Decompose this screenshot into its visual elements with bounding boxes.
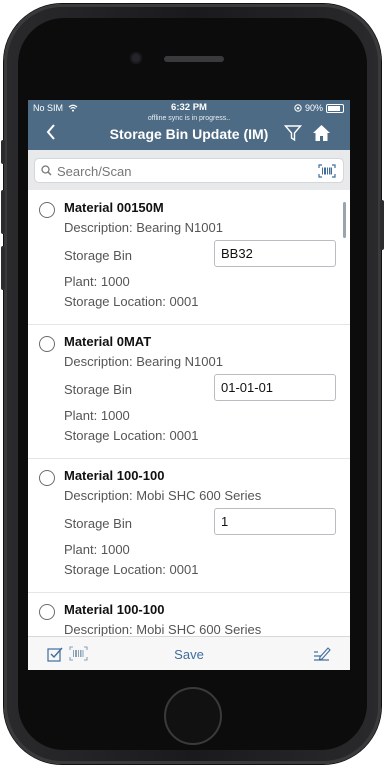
status-right: 90% — [294, 103, 344, 113]
battery-icon — [326, 103, 344, 113]
power-button — [380, 200, 384, 250]
select-radio[interactable] — [39, 604, 55, 620]
storage-bin-label: Storage Bin — [64, 382, 132, 397]
material-description: Description: Bearing N1001 — [64, 354, 223, 369]
list-item: Material 0MAT Description: Bearing N1001… — [28, 324, 350, 459]
filter-icon — [283, 125, 303, 142]
filter-button[interactable] — [283, 124, 303, 147]
storage-bin-input[interactable] — [214, 374, 336, 401]
material-description: Description: Mobi SHC 600 Series — [64, 488, 262, 503]
edit-button[interactable] — [312, 645, 331, 667]
list-item: Material 100-100 Description: Mobi SHC 6… — [28, 458, 350, 593]
material-title: Material 0MAT — [64, 334, 152, 349]
material-list: Material 00150M Description: Bearing N10… — [28, 190, 350, 636]
list-item: Material 00150M Description: Bearing N10… — [28, 190, 350, 325]
bottom-toolbar: Save — [28, 636, 350, 670]
orientation-lock-icon — [294, 104, 302, 112]
home-button[interactable] — [164, 687, 222, 745]
select-radio[interactable] — [39, 336, 55, 352]
material-description: Description: Mobi SHC 600 Series — [64, 622, 262, 636]
material-title: Material 00150M — [64, 200, 164, 215]
volume-up-button — [1, 190, 5, 234]
storage-location-text: Storage Location: 0001 — [64, 562, 199, 577]
select-radio[interactable] — [39, 202, 55, 218]
select-radio[interactable] — [39, 470, 55, 486]
plant-text: Plant: 1000 — [64, 542, 130, 557]
plant-text: Plant: 1000 — [64, 274, 130, 289]
front-camera — [130, 52, 142, 64]
sync-status: offline sync is in progress.. — [147, 115, 231, 122]
storage-bin-label: Storage Bin — [64, 248, 132, 263]
earpiece-speaker — [164, 56, 224, 62]
material-title: Material 100-100 — [64, 602, 165, 617]
search-icon — [41, 165, 52, 176]
storage-bin-label: Storage Bin — [64, 516, 132, 531]
volume-down-button — [1, 246, 5, 290]
material-title: Material 100-100 — [64, 468, 165, 483]
home-nav-button[interactable] — [312, 124, 331, 147]
navigation-bar: offline sync is in progress.. Storage Bi… — [28, 115, 350, 150]
storage-location-text: Storage Location: 0001 — [64, 294, 199, 309]
mute-switch — [1, 140, 5, 164]
storage-bin-input[interactable] — [214, 508, 336, 535]
search-area — [28, 150, 350, 238]
home-icon — [313, 125, 330, 141]
app-screen: No SIM 6:32 PM 90% offline sync is in pr… — [28, 100, 350, 670]
battery-percent: 90% — [304, 103, 323, 113]
storage-location-text: Storage Location: 0001 — [64, 428, 199, 443]
save-button[interactable]: Save — [28, 647, 350, 662]
plant-text: Plant: 1000 — [64, 408, 130, 423]
list-item: Material 100-100 Description: Mobi SHC 6… — [28, 592, 350, 636]
material-description: Description: Bearing N1001 — [64, 220, 223, 235]
barcode-scan-icon[interactable] — [318, 164, 336, 178]
edit-lines-icon — [314, 647, 331, 661]
search-box — [34, 158, 344, 183]
storage-bin-input[interactable] — [214, 240, 336, 267]
search-input[interactable] — [57, 162, 307, 180]
